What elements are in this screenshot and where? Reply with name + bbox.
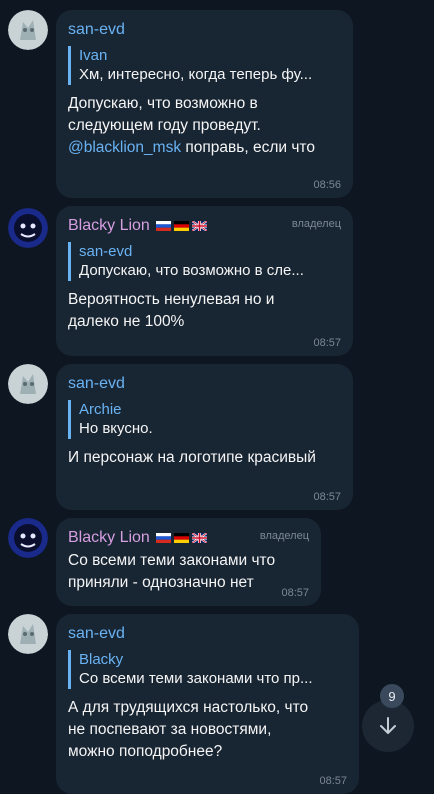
message-text: Со всеми теми законами что приняли - одн… xyxy=(68,550,309,594)
uk-flag-icon xyxy=(191,221,207,231)
russia-flag-icon xyxy=(155,533,171,543)
role-badge: владелец xyxy=(259,530,309,542)
message-bubble[interactable]: san-evd Archie Но вкусно. И персонаж на … xyxy=(56,364,353,510)
message-bubble[interactable]: Blacky Lion владелец Со всеми теми закон… xyxy=(56,518,321,606)
reply-sender: san-evd xyxy=(79,243,133,260)
sender-name[interactable]: san-evd xyxy=(68,374,341,394)
germany-flag-icon xyxy=(173,533,189,543)
avatar-san-evd[interactable] xyxy=(8,364,48,404)
role-badge: владелец xyxy=(291,218,341,230)
message-time: 08:57 xyxy=(313,337,341,349)
scroll-to-bottom-button[interactable] xyxy=(362,700,414,752)
message-time: 08:57 xyxy=(281,587,309,599)
text-line: Со всеми теми законами что xyxy=(68,552,276,569)
russia-flag-icon xyxy=(155,221,171,231)
reply-quote[interactable]: san-evd Допускаю, что возможно в сле... xyxy=(68,242,341,281)
avatar-san-evd[interactable] xyxy=(8,10,48,50)
sender-label: Blacky Lion xyxy=(68,529,150,546)
germany-flag-icon xyxy=(173,221,189,231)
message-time: 08:57 xyxy=(313,491,341,503)
unread-count-badge: 9 xyxy=(380,684,404,708)
reply-quote[interactable]: Blacky Со всеми теми законами что пр... xyxy=(68,650,347,689)
reply-sender: Archie xyxy=(79,401,122,418)
message-text: Вероятность ненулевая но и далеко не 100… xyxy=(68,289,341,333)
reply-sender: Blacky xyxy=(79,651,124,668)
text-line: поправь, если что xyxy=(181,139,315,156)
reply-quote[interactable]: Ivan Хм, интересно, когда теперь фу... xyxy=(68,46,341,85)
message-time: 08:57 xyxy=(319,775,347,787)
flags xyxy=(155,533,207,543)
sender-label: Blacky Lion xyxy=(68,217,150,234)
message-text: А для трудящихся настолько, что не поспе… xyxy=(68,697,347,763)
sender-name[interactable]: san-evd xyxy=(68,624,347,644)
text-line: можно поподробнее? xyxy=(68,743,223,760)
text-line: приняли - однозначно нет xyxy=(68,574,254,591)
reply-sender: Ivan xyxy=(79,47,108,64)
text-line: следующем году проведут. xyxy=(68,117,261,134)
avatar-san-evd[interactable] xyxy=(8,614,48,654)
avatar-blacky-lion[interactable] xyxy=(8,208,48,248)
text-line: Допускаю, что возможно в xyxy=(68,95,258,112)
avatar-blacky-lion[interactable] xyxy=(8,518,48,558)
message-text: Допускаю, что возможно в следующем году … xyxy=(68,93,341,159)
text-line: не поспевают за новостями, xyxy=(68,721,272,738)
message-bubble[interactable]: Blacky Lion владелец san-evd Допускаю, ч… xyxy=(56,206,353,356)
reply-text: Но вкусно. xyxy=(79,420,153,437)
mention-link[interactable]: @blacklion_msk xyxy=(68,139,181,156)
message-bubble[interactable]: san-evd Ivan Хм, интересно, когда теперь… xyxy=(56,10,353,198)
reply-text: Со всеми теми законами что пр... xyxy=(79,670,313,687)
arrow-down-icon xyxy=(380,717,396,734)
reply-text: Хм, интересно, когда теперь фу... xyxy=(79,66,313,83)
message-bubble[interactable]: san-evd Blacky Со всеми теми законами чт… xyxy=(56,614,359,794)
uk-flag-icon xyxy=(191,533,207,543)
text-line: И персонаж на логотипе красивый xyxy=(68,449,316,466)
message-text: И персонаж на логотипе красивый xyxy=(68,447,341,469)
text-line: А для трудящихся настолько, что xyxy=(68,699,309,716)
reply-text: Допускаю, что возможно в сле... xyxy=(79,262,304,279)
text-line: Вероятность ненулевая но и xyxy=(68,291,275,308)
text-line: далеко не 100% xyxy=(68,313,185,330)
flags xyxy=(155,221,207,231)
message-time: 08:56 xyxy=(313,179,341,191)
reply-quote[interactable]: Archie Но вкусно. xyxy=(68,400,341,439)
sender-name[interactable]: san-evd xyxy=(68,20,341,40)
